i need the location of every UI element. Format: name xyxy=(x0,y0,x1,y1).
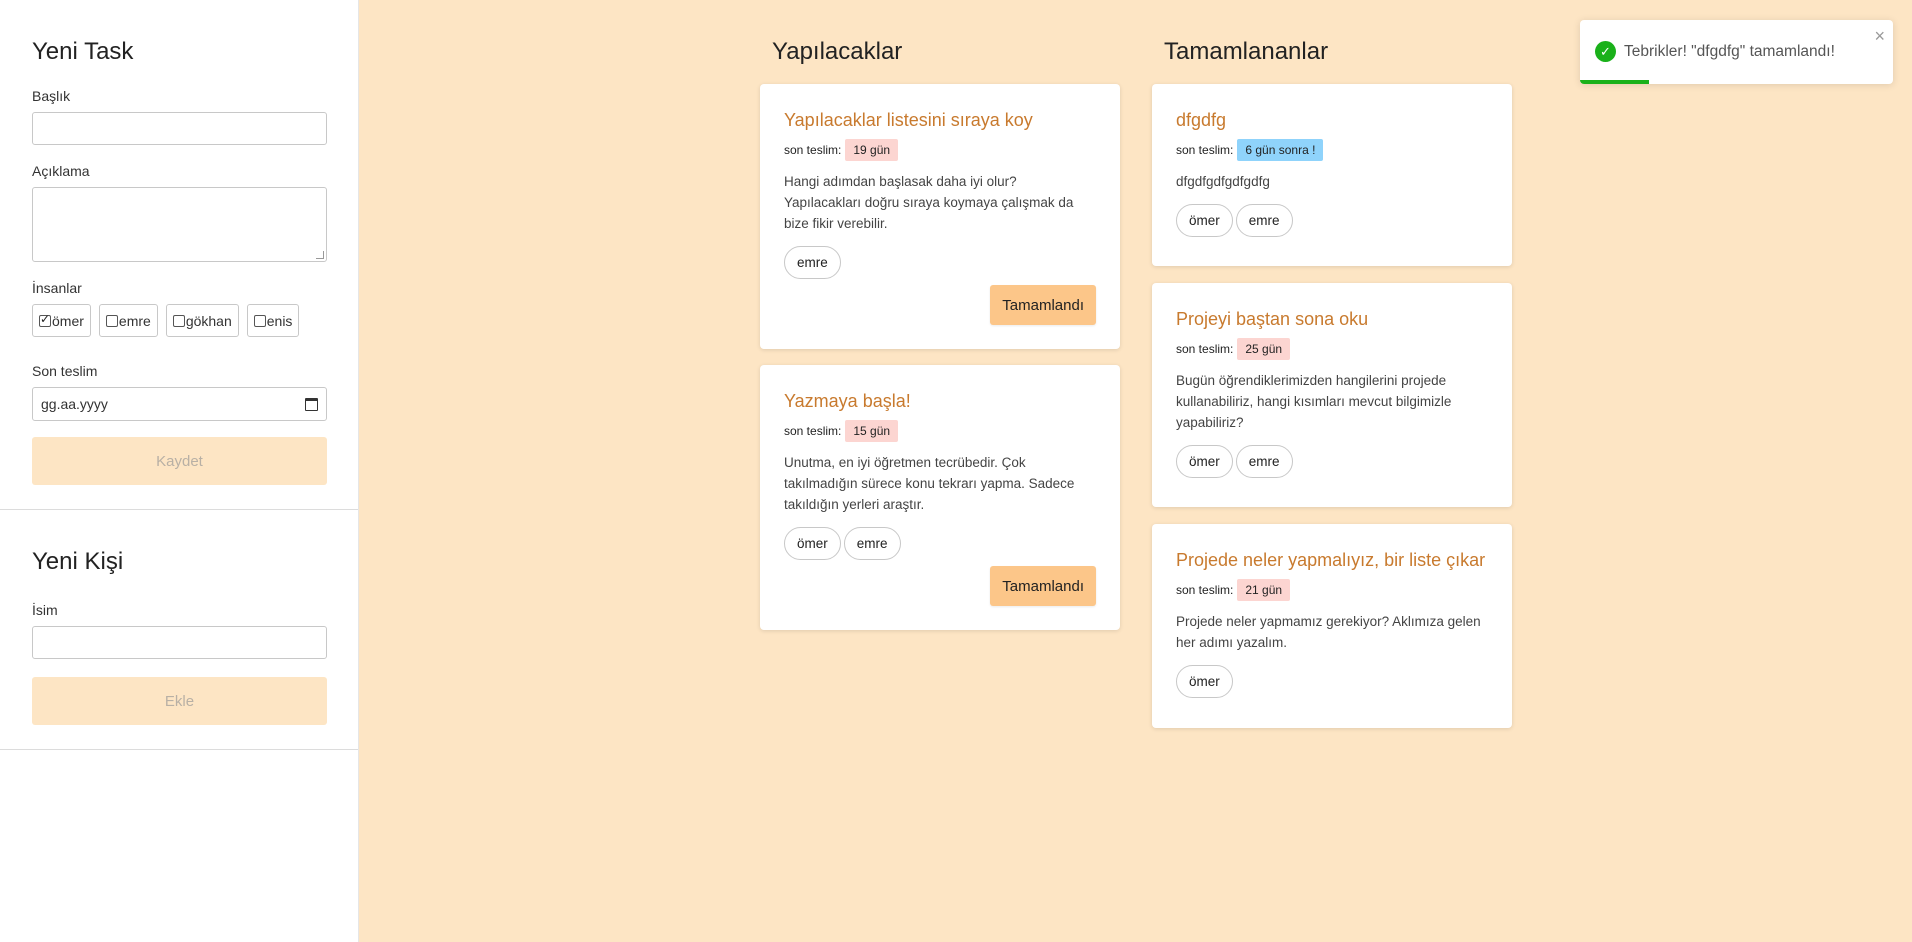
description-textarea[interactable] xyxy=(32,187,327,262)
complete-button[interactable]: Tamamlandı xyxy=(990,285,1096,325)
checkbox-checked-icon[interactable] xyxy=(39,312,51,327)
add-button[interactable]: Ekle xyxy=(32,677,327,725)
deadline-badge: 25 gün xyxy=(1237,338,1291,360)
person-checkbox-gokhan[interactable]: gökhan xyxy=(165,304,239,337)
deadline-label: son teslim: xyxy=(1176,342,1234,356)
checkbox-icon[interactable] xyxy=(105,314,118,327)
person-name: ömer xyxy=(52,312,84,329)
task-description: Bugün öğrendiklerimizden hangilerini pro… xyxy=(1176,373,1452,430)
task-card: Projeyi baştan sona oku son teslim: 25 g… xyxy=(1152,283,1512,507)
person-checkbox-omer[interactable]: ömer xyxy=(32,304,91,337)
task-description: Hangi adımdan başlasak daha iyi olur? Ya… xyxy=(784,174,1074,231)
deadline-badge: 19 gün xyxy=(845,139,899,161)
save-button[interactable]: Kaydet xyxy=(32,437,327,485)
deadline-label: son teslim: xyxy=(1176,143,1234,157)
assignee-tags: ömer emre xyxy=(1176,445,1488,478)
assignee-tag[interactable]: emre xyxy=(1235,204,1293,237)
assignee-tag[interactable]: ömer xyxy=(1176,445,1233,478)
title-label: Başlık xyxy=(32,88,71,104)
check-circle-icon: ✓ xyxy=(1595,41,1616,62)
assignee-tag[interactable]: emre xyxy=(784,246,841,279)
people-label: İnsanlar xyxy=(32,280,82,296)
assignee-tag[interactable]: ömer xyxy=(1176,204,1233,237)
person-checkbox-emre[interactable]: emre xyxy=(98,304,158,337)
deadline-row: son teslim: 6 gün sonra ! xyxy=(1176,139,1488,161)
deadline-label: Son teslim xyxy=(32,363,98,379)
assignee-tags: emre xyxy=(784,246,1096,279)
task-card: Yazmaya başla! son teslim: 15 gün Unutma… xyxy=(760,365,1120,630)
name-label: İsim xyxy=(32,602,58,618)
assignee-tags: ömer xyxy=(1176,665,1488,698)
checkbox-icon[interactable] xyxy=(172,314,185,327)
task-title: Projede neler yapmalıyız, bir liste çıka… xyxy=(1176,550,1486,570)
deadline-row: son teslim: 15 gün xyxy=(784,420,1096,442)
person-name: enis xyxy=(266,312,293,329)
toast-message: Tebrikler! "dfgdfg" tamamlandı! xyxy=(1624,43,1835,60)
checkbox-icon[interactable] xyxy=(253,314,266,327)
deadline-label: son teslim: xyxy=(784,424,842,438)
deadline-row: son teslim: 19 gün xyxy=(784,139,1096,161)
deadline-row: son teslim: 25 gün xyxy=(1176,338,1488,360)
success-toast[interactable]: ✓ Tebrikler! "dfgdfg" tamamlandı! × xyxy=(1580,20,1893,84)
people-checkboxes: ömer emre gökhan enis xyxy=(32,304,326,337)
person-name: emre xyxy=(118,312,151,329)
task-title: Yazmaya başla! xyxy=(784,391,911,411)
assignee-tag[interactable]: emre xyxy=(843,527,901,560)
new-person-title: Yeni Kişi xyxy=(32,548,124,575)
title-input[interactable] xyxy=(32,112,327,145)
task-title: dfgdfg xyxy=(1176,110,1227,130)
deadline-label: son teslim: xyxy=(784,143,842,157)
assignee-tag[interactable]: ömer xyxy=(784,527,841,560)
toast-progress-bar xyxy=(1580,80,1649,84)
assignee-tags: ömer emre xyxy=(784,527,1096,560)
task-card: Yapılacaklar listesini sıraya koy son te… xyxy=(760,84,1120,349)
new-task-form: Yeni Task Başlık Açıklama İnsanlar ömer … xyxy=(0,0,358,510)
assignee-tag[interactable]: ömer xyxy=(1176,665,1233,698)
assignee-tags: ömer emre xyxy=(1176,204,1488,237)
new-task-title: Yeni Task xyxy=(32,38,134,65)
task-card: dfgdfg son teslim: 6 gün sonra ! dfgdfgd… xyxy=(1152,84,1512,266)
deadline-badge: 21 gün xyxy=(1237,579,1291,601)
deadline-label: son teslim: xyxy=(1176,583,1234,597)
new-person-form: Yeni Kişi İsim Ekle xyxy=(0,510,358,750)
todo-column-title: Yapılacaklar xyxy=(772,38,903,65)
sidebar: Yeni Task Başlık Açıklama İnsanlar ömer … xyxy=(0,0,359,942)
close-icon[interactable]: × xyxy=(1874,26,1885,47)
description-label: Açıklama xyxy=(32,163,90,179)
calendar-icon[interactable] xyxy=(305,397,318,411)
deadline-date-input[interactable]: gg.aa.yyyy xyxy=(32,387,327,421)
deadline-placeholder: gg.aa.yyyy xyxy=(41,396,108,412)
deadline-badge: 15 gün xyxy=(845,420,899,442)
person-name: gökhan xyxy=(185,312,232,329)
task-description: Unutma, en iyi öğretmen tecrübedir. Çok … xyxy=(784,455,1075,512)
task-title: Projeyi baştan sona oku xyxy=(1176,309,1369,329)
complete-button[interactable]: Tamamlandı xyxy=(990,566,1096,606)
person-checkbox-enis[interactable]: enis xyxy=(246,304,300,337)
name-input[interactable] xyxy=(32,626,327,659)
assignee-tag[interactable]: emre xyxy=(1235,445,1293,478)
deadline-badge: 6 gün sonra ! xyxy=(1237,139,1324,161)
deadline-row: son teslim: 21 gün xyxy=(1176,579,1488,601)
task-description: Projede neler yapmamız gerekiyor? Aklımı… xyxy=(1176,614,1481,650)
task-title: Yapılacaklar listesini sıraya koy xyxy=(784,110,1033,130)
done-column-title: Tamamlananlar xyxy=(1164,38,1329,65)
task-description: dfgdfgdfgdfgdfg xyxy=(1176,174,1270,189)
task-card: Projede neler yapmalıyız, bir liste çıka… xyxy=(1152,524,1512,728)
